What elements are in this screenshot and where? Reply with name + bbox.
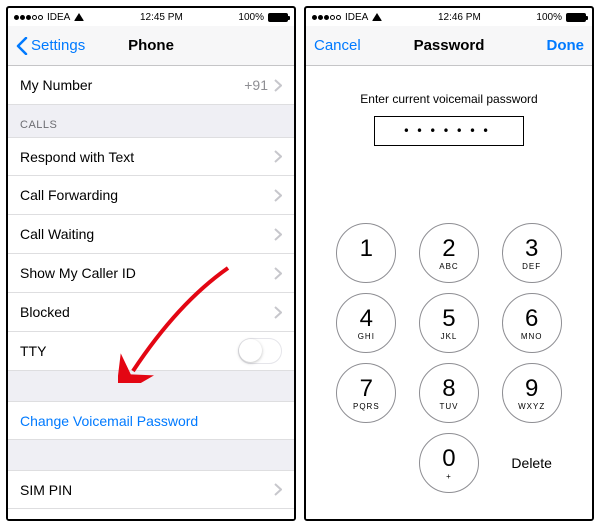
cancel-label: Cancel bbox=[314, 37, 361, 54]
key-0[interactable]: 0+ bbox=[419, 433, 479, 493]
battery-pct: 100% bbox=[238, 12, 264, 23]
password-mask: ••••••• bbox=[403, 124, 496, 138]
key-6[interactable]: 6MNO bbox=[502, 293, 562, 353]
battery-icon bbox=[566, 13, 586, 22]
clock-label: 12:45 PM bbox=[140, 12, 183, 23]
battery-pct: 100% bbox=[536, 12, 562, 23]
row-call-waiting[interactable]: Call Waiting bbox=[8, 215, 294, 254]
keypad-spacer bbox=[336, 433, 396, 493]
key-5[interactable]: 5JKL bbox=[419, 293, 479, 353]
settings-list: My Number +91 CALLS Respond with Text Ca… bbox=[8, 66, 294, 519]
row-sim-applications[interactable]: SIM Applications bbox=[8, 509, 294, 519]
battery-icon bbox=[268, 13, 288, 22]
wifi-icon bbox=[74, 13, 84, 21]
row-respond-with-text[interactable]: Respond with Text bbox=[8, 137, 294, 176]
chevron-right-icon bbox=[274, 228, 282, 241]
carrier-label: IDEA bbox=[47, 12, 70, 23]
row-detail: +91 bbox=[244, 77, 268, 93]
row-label: My Number bbox=[20, 77, 244, 93]
key-1[interactable]: 1 bbox=[336, 223, 396, 283]
chevron-right-icon bbox=[274, 79, 282, 92]
row-label: Show My Caller ID bbox=[20, 265, 274, 281]
status-bar: IDEA 12:45 PM 100% bbox=[8, 8, 294, 26]
row-label: Respond with Text bbox=[20, 149, 274, 165]
key-2[interactable]: 2ABC bbox=[419, 223, 479, 283]
row-sim-pin[interactable]: SIM PIN bbox=[8, 470, 294, 509]
chevron-right-icon bbox=[274, 267, 282, 280]
row-call-forwarding[interactable]: Call Forwarding bbox=[8, 176, 294, 215]
back-label: Settings bbox=[31, 37, 85, 54]
number-keypad: 1 2ABC 3DEF 4GHI 5JKL 6MNO 7PQRS 8TUV 9W… bbox=[306, 223, 592, 519]
wifi-icon bbox=[372, 13, 382, 21]
nav-bar: Cancel Password Done bbox=[306, 26, 592, 66]
row-label: Blocked bbox=[20, 304, 274, 320]
row-blocked[interactable]: Blocked bbox=[8, 293, 294, 332]
done-label: Done bbox=[547, 37, 585, 54]
status-bar: IDEA 12:46 PM 100% bbox=[306, 8, 592, 26]
carrier-label: IDEA bbox=[345, 12, 368, 23]
row-change-voicemail-password[interactable]: Change Voicemail Password bbox=[8, 401, 294, 440]
row-show-caller-id[interactable]: Show My Caller ID bbox=[8, 254, 294, 293]
section-header-calls: CALLS bbox=[8, 105, 294, 137]
signal-icon bbox=[312, 15, 341, 20]
chevron-right-icon bbox=[274, 306, 282, 319]
key-delete[interactable]: Delete bbox=[502, 433, 562, 493]
done-button[interactable]: Done bbox=[539, 26, 593, 65]
chevron-back-icon bbox=[16, 37, 28, 55]
chevron-right-icon bbox=[274, 189, 282, 202]
key-8[interactable]: 8TUV bbox=[419, 363, 479, 423]
nav-bar: Settings Phone bbox=[8, 26, 294, 66]
chevron-right-icon bbox=[274, 150, 282, 163]
row-label: SIM PIN bbox=[20, 482, 274, 498]
signal-icon bbox=[14, 15, 43, 20]
page-title: Password bbox=[414, 37, 485, 54]
key-7[interactable]: 7PQRS bbox=[336, 363, 396, 423]
cancel-button[interactable]: Cancel bbox=[306, 26, 369, 65]
clock-label: 12:46 PM bbox=[438, 12, 481, 23]
back-button[interactable]: Settings bbox=[8, 26, 93, 65]
row-label: Call Forwarding bbox=[20, 187, 274, 203]
page-title: Phone bbox=[128, 37, 174, 54]
key-4[interactable]: 4GHI bbox=[336, 293, 396, 353]
tty-toggle[interactable] bbox=[238, 338, 282, 364]
phone-settings-screen: IDEA 12:45 PM 100% Settings Phone My Num… bbox=[6, 6, 296, 521]
phone-password-screen: IDEA 12:46 PM 100% Cancel Password Done … bbox=[304, 6, 594, 521]
row-my-number[interactable]: My Number +91 bbox=[8, 66, 294, 105]
row-label: Call Waiting bbox=[20, 226, 274, 242]
password-content: Enter current voicemail password •••••••… bbox=[306, 66, 592, 519]
row-label: TTY bbox=[20, 343, 238, 359]
row-tty: TTY bbox=[8, 332, 294, 371]
password-field[interactable]: ••••••• bbox=[374, 116, 524, 146]
key-9[interactable]: 9WXYZ bbox=[502, 363, 562, 423]
password-prompt: Enter current voicemail password bbox=[306, 92, 592, 106]
chevron-right-icon bbox=[274, 483, 282, 496]
key-3[interactable]: 3DEF bbox=[502, 223, 562, 283]
row-label: Change Voicemail Password bbox=[20, 413, 282, 429]
